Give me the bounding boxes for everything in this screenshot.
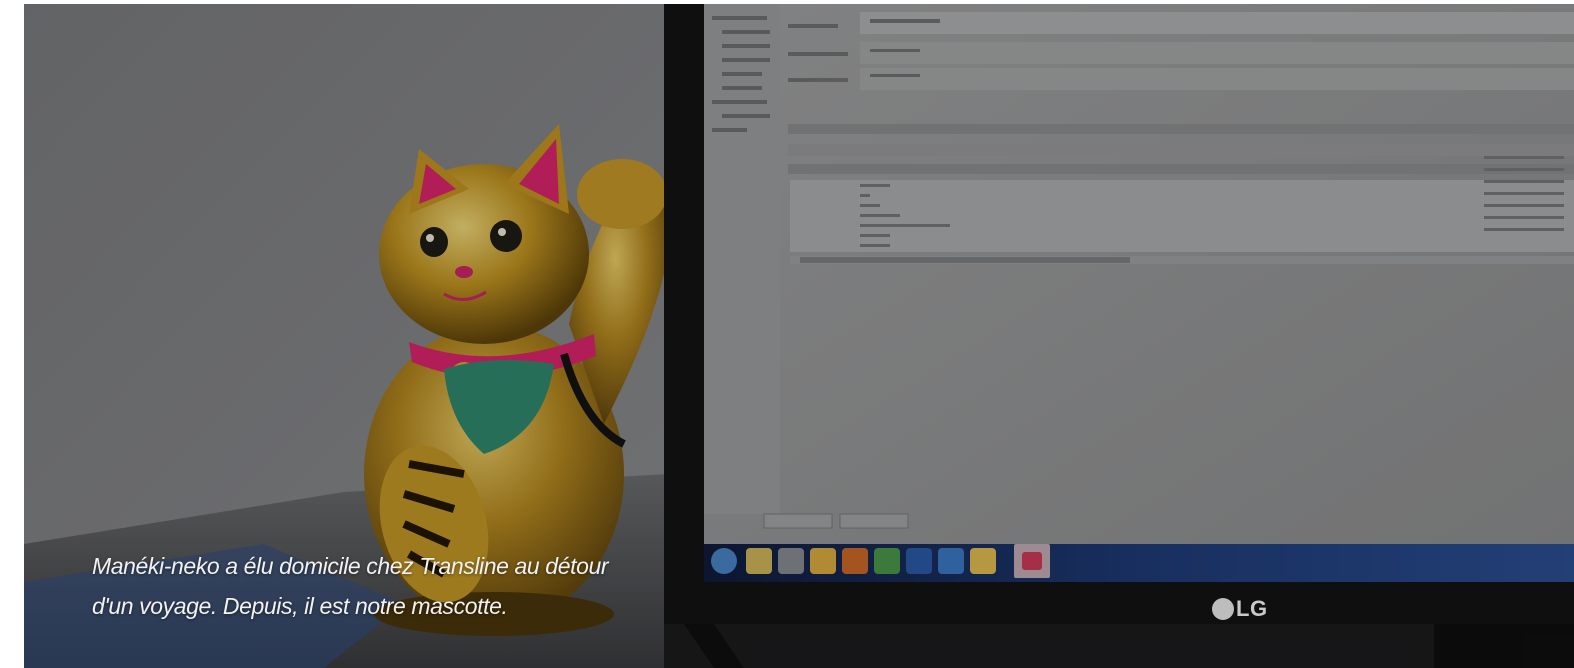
monitor-brand-logo: LG	[1212, 596, 1268, 622]
monitor-brand-text: LG	[1236, 596, 1268, 621]
lg-logo-icon	[1212, 598, 1234, 620]
hero-photo: LG Manéki-neko a élu domicile chez Trans…	[24, 4, 1574, 668]
caption-line-2: d'un voyage. Depuis, il est notre mascot…	[92, 593, 508, 619]
photo-caption: Manéki-neko a élu domicile chez Translin…	[92, 546, 652, 626]
monitor-screen	[704, 4, 1574, 582]
caption-line-1: Manéki-neko a élu domicile chez Translin…	[92, 553, 609, 579]
